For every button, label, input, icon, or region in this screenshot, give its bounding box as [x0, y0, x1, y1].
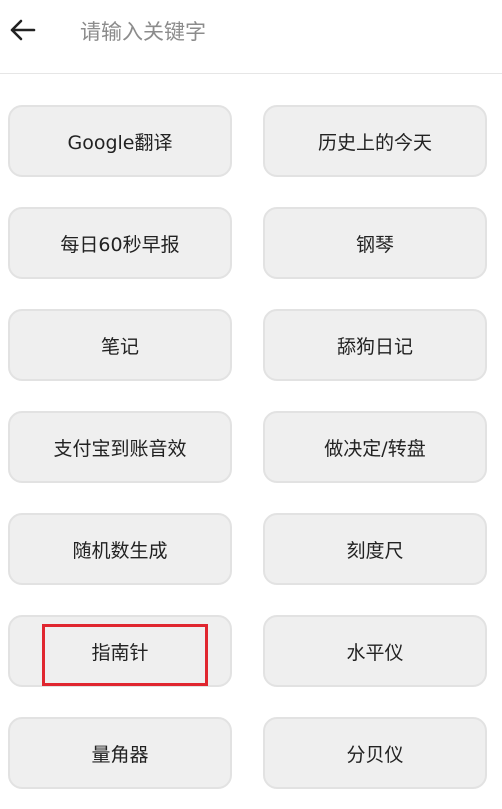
tool-button-ruler[interactable]: 刻度尺	[263, 513, 487, 585]
tool-button-compass[interactable]: 指南针	[8, 615, 232, 687]
tool-label: 支付宝到账音效	[53, 437, 187, 460]
tool-label: 分贝仪	[346, 743, 404, 766]
tool-button-diary[interactable]: 舔狗日记	[263, 309, 487, 381]
search-input[interactable]	[80, 14, 480, 50]
tool-label: Google翻译	[67, 131, 173, 154]
tool-label: 刻度尺	[346, 539, 404, 562]
tool-label: 笔记	[100, 335, 139, 358]
tool-label: 每日60秒早报	[60, 233, 180, 256]
tool-label: 舔狗日记	[336, 335, 413, 358]
tool-button-google-translate[interactable]: Google翻译	[8, 105, 232, 177]
tool-button-daily-news[interactable]: 每日60秒早报	[8, 207, 232, 279]
tool-label: 钢琴	[355, 233, 394, 256]
tool-button-piano[interactable]: 钢琴	[263, 207, 487, 279]
tool-label: 历史上的今天	[317, 131, 432, 154]
tool-label: 指南针	[91, 641, 149, 664]
tool-label: 做决定/转盘	[324, 437, 426, 460]
tool-button-notes[interactable]: 笔记	[8, 309, 232, 381]
tool-label: 随机数生成	[72, 539, 168, 562]
back-button[interactable]	[6, 14, 38, 50]
tool-button-history-today[interactable]: 历史上的今天	[263, 105, 487, 177]
tool-button-decibel-meter[interactable]: 分贝仪	[263, 717, 487, 789]
tool-button-level[interactable]: 水平仪	[263, 615, 487, 687]
tool-button-random-number[interactable]: 随机数生成	[8, 513, 232, 585]
tool-label: 量角器	[91, 743, 149, 766]
tool-button-alipay-sound[interactable]: 支付宝到账音效	[8, 411, 232, 483]
tool-grid: Google翻译 历史上的今天 每日60秒早报 钢琴 笔记 舔狗日记 支付宝到账…	[8, 105, 488, 789]
tool-label: 水平仪	[346, 641, 404, 664]
tool-button-protractor[interactable]: 量角器	[8, 717, 232, 789]
top-bar	[0, 0, 502, 74]
arrow-left-icon	[8, 18, 36, 46]
tool-button-decision-wheel[interactable]: 做决定/转盘	[263, 411, 487, 483]
